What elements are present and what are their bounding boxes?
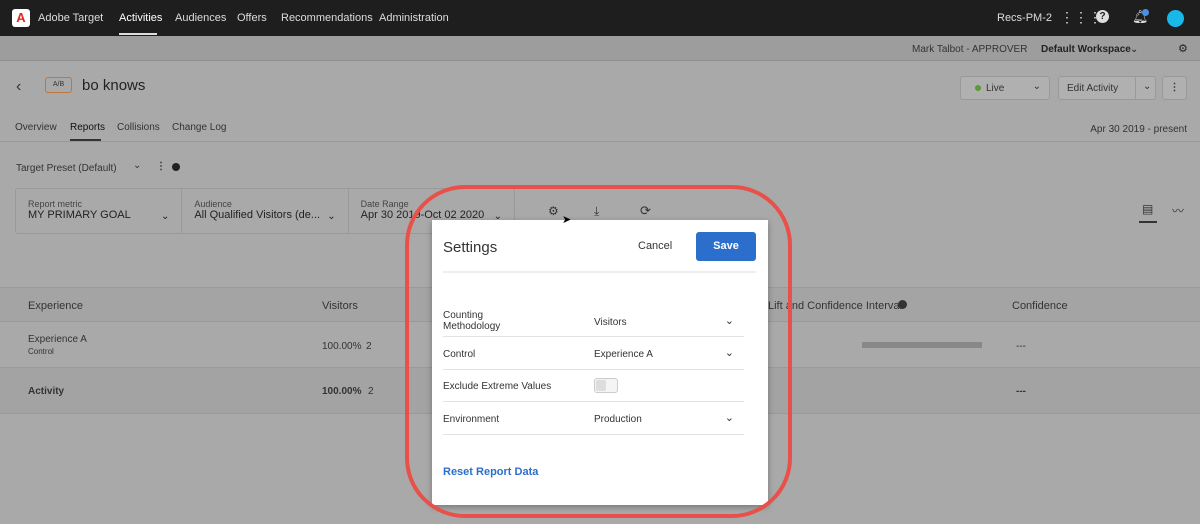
environment-row: Environment Production ⌄ xyxy=(443,402,744,435)
visitors-pct: 100.00% xyxy=(322,386,362,397)
chevron-down-icon[interactable]: ⌄ xyxy=(725,314,734,327)
refresh-icon[interactable]: ⟳ xyxy=(640,203,651,219)
audience-select[interactable]: Audience All Qualified Visitors (de... ⌄ xyxy=(182,189,349,233)
nav-recommendations[interactable]: Recommendations xyxy=(281,12,373,24)
tab-collisions[interactable]: Collisions xyxy=(117,122,160,133)
experience-name[interactable]: Experience A xyxy=(28,334,87,345)
divider xyxy=(0,141,1200,142)
control-select[interactable]: Experience A xyxy=(594,349,653,360)
header-visitors[interactable]: Visitors xyxy=(322,300,358,312)
nav-administration[interactable]: Administration xyxy=(379,12,449,24)
tab-overview[interactable]: Overview xyxy=(15,122,57,133)
adobe-logo-icon[interactable]: A xyxy=(12,9,30,27)
tab-reports[interactable]: Reports xyxy=(70,122,105,133)
top-nav: A Adobe Target Activities Audiences Offe… xyxy=(0,0,1200,36)
activity-title: bo knows xyxy=(82,77,146,94)
dialog-title: Settings xyxy=(443,239,498,256)
more-icon[interactable]: ⋮ xyxy=(1162,76,1187,100)
report-metric-select[interactable]: Report metric MY PRIMARY GOAL ⌄ xyxy=(16,189,183,233)
mouse-cursor-icon: ➤ xyxy=(562,214,572,226)
chevron-down-icon[interactable]: ⌄ xyxy=(725,346,734,359)
active-indicator xyxy=(119,33,157,35)
notification-dot xyxy=(1142,9,1149,16)
edit-activity-label: Edit Activity xyxy=(1067,83,1119,94)
edit-activity-button[interactable]: Edit Activity ⌄ xyxy=(1058,76,1156,100)
brand-name[interactable]: Adobe Target xyxy=(38,12,103,24)
user-role: Mark Talbot - APPROVER xyxy=(912,44,1028,55)
table-view-icon[interactable]: ▤ xyxy=(1142,202,1153,216)
control-row: Control Experience A ⌄ xyxy=(443,337,744,370)
help-icon[interactable] xyxy=(898,300,907,309)
control-label: Control xyxy=(28,347,54,356)
chevron-down-icon[interactable]: ⌄ xyxy=(1135,77,1158,99)
setting-label: Counting Methodology xyxy=(443,310,501,332)
setting-label: Control xyxy=(443,349,476,360)
confidence-interval-bar xyxy=(862,342,982,348)
help-icon[interactable] xyxy=(172,163,180,171)
divider xyxy=(443,271,756,273)
help-icon[interactable]: ? xyxy=(1096,10,1109,23)
status-dropdown[interactable]: Live ⌄ xyxy=(960,76,1050,100)
nav-audiences[interactable]: Audiences xyxy=(175,12,226,24)
header-experience[interactable]: Experience xyxy=(28,300,83,312)
date-range-label: Apr 30 2019 - present xyxy=(1090,124,1187,135)
filter-value: All Qualified Visitors (de... xyxy=(194,209,321,221)
activity-type-badge: A/B xyxy=(45,77,72,93)
filter-label: Report metric xyxy=(28,199,83,209)
visitors-count: 2 xyxy=(366,341,372,352)
graph-view-icon[interactable]: 〰 xyxy=(1172,202,1184,219)
sub-bar: Mark Talbot - APPROVER Default Workspace… xyxy=(0,36,1200,61)
workspace-select[interactable]: Default Workspace xyxy=(1041,44,1131,55)
cancel-button[interactable]: Cancel xyxy=(638,240,672,252)
visitors-pct: 100.00% xyxy=(322,341,362,352)
header-confidence[interactable]: Confidence xyxy=(1012,300,1068,312)
back-icon[interactable]: ‹ xyxy=(16,78,21,96)
confidence-value: --- xyxy=(1016,386,1026,397)
chevron-down-icon: ⌄ xyxy=(327,211,336,222)
settings-gear-icon[interactable]: ⚙ xyxy=(548,204,559,218)
reset-report-data-link[interactable]: Reset Report Data xyxy=(443,466,538,478)
exclude-extreme-values-row: Exclude Extreme Values xyxy=(443,370,744,402)
confidence-value: --- xyxy=(1016,341,1026,352)
chevron-down-icon[interactable]: ⌄ xyxy=(1130,44,1138,55)
view-active-indicator xyxy=(1139,221,1157,223)
more-icon[interactable]: ⋮ xyxy=(156,161,166,172)
nav-offers[interactable]: Offers xyxy=(237,12,267,24)
nav-activities[interactable]: Activities xyxy=(119,12,162,24)
preset-select[interactable]: Target Preset (Default) xyxy=(16,163,117,174)
save-button[interactable]: Save xyxy=(696,232,756,261)
header-lift[interactable]: Lift and Confidence Interval xyxy=(768,300,902,312)
visitors-count: 2 xyxy=(368,386,374,397)
setting-label: Exclude Extreme Values xyxy=(443,381,552,392)
exclude-extreme-values-toggle[interactable] xyxy=(594,378,618,393)
avatar[interactable] xyxy=(1167,10,1184,27)
live-dot-icon xyxy=(975,85,981,91)
environment-select[interactable]: Production xyxy=(594,414,642,425)
chevron-down-icon[interactable]: ⌄ xyxy=(133,160,141,171)
filter-label: Audience xyxy=(194,199,232,209)
filter-value: MY PRIMARY GOAL xyxy=(28,209,131,221)
tab-change-log[interactable]: Change Log xyxy=(172,122,227,133)
filter-label: Date Range xyxy=(360,199,409,209)
chevron-down-icon: ⌄ xyxy=(160,211,170,222)
org-name[interactable]: Recs-PM-2 xyxy=(997,12,1052,24)
gear-icon[interactable]: ⚙ xyxy=(1178,42,1188,55)
chevron-down-icon: ⌄ xyxy=(1032,81,1041,92)
counting-methodology-row: Counting Methodology Visitors ⌄ xyxy=(443,306,744,337)
setting-label: Environment xyxy=(443,414,500,425)
chevron-down-icon[interactable]: ⌄ xyxy=(725,411,734,424)
status-label: Live xyxy=(986,83,1005,94)
experience-name: Activity xyxy=(28,386,65,397)
settings-dialog: Settings Cancel Save Counting Methodolog… xyxy=(432,220,768,505)
counting-methodology-select[interactable]: Visitors xyxy=(594,317,627,328)
download-icon[interactable]: ⤓ xyxy=(594,204,599,219)
